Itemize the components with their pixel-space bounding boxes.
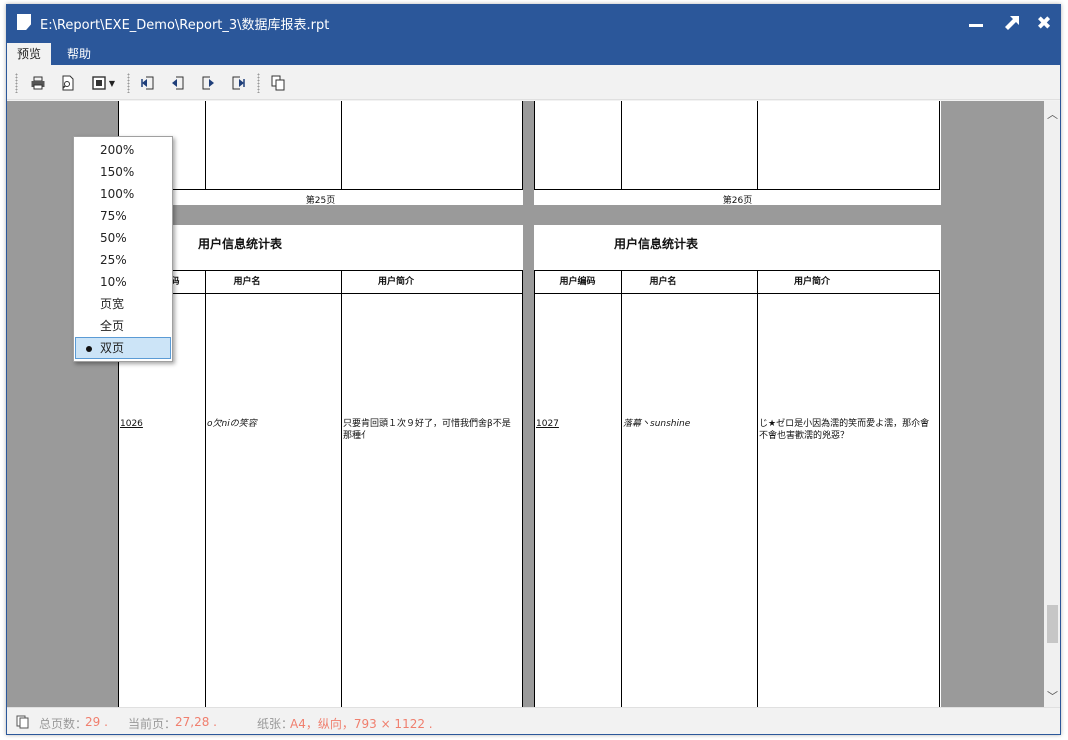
export-button[interactable] [267, 72, 289, 94]
zoom-option-75[interactable]: 75% [75, 205, 171, 227]
report-page: 用户信息统计表 用户编码 用户名 用户简介 1026 o欠niの笑容 只要肯回頭… [118, 225, 523, 707]
zoom-option-200[interactable]: 200% [75, 139, 171, 161]
chevron-up-icon: ︿ [1047, 107, 1058, 121]
zoom-dropdown-menu: 200% 150% 100% 75% 50% 25% 10% 页宽 全页 双页 [73, 136, 173, 362]
current-page-label: 当前页： [128, 717, 177, 731]
user-name-cell: o欠niの笑容 [207, 419, 257, 429]
report-page: 第26页 [534, 101, 941, 206]
zoom-option-page-width[interactable]: 页宽 [75, 293, 171, 315]
zoom-option-50[interactable]: 50% [75, 227, 171, 249]
next-page-icon [202, 76, 214, 90]
minimize-icon [969, 23, 983, 27]
zoom-option-full-page[interactable]: 全页 [75, 315, 171, 337]
user-id-cell: 1026 [120, 419, 143, 429]
user-id-cell: 1027 [536, 419, 559, 429]
toolbar: ▼ [7, 65, 1060, 100]
scroll-down-button[interactable]: ﹀ [1044, 687, 1060, 704]
current-page-value: 27,28 . [175, 715, 217, 729]
column-header: 用户名 [233, 277, 261, 287]
last-page-icon [232, 76, 245, 90]
zoom-page-icon [92, 76, 106, 90]
first-page-button[interactable] [137, 72, 159, 94]
preview-window: E:\Report\EXE_Demo\Report_3\数据库报表.rpt ✖ … [6, 4, 1061, 735]
zoom-option-25[interactable]: 25% [75, 249, 171, 271]
column-header: 用户简介 [377, 277, 414, 287]
report-page: 第25页 [118, 101, 523, 206]
menu-help[interactable]: 帮助 [57, 43, 101, 65]
close-icon: ✖ [1036, 12, 1052, 34]
zoom-option-150[interactable]: 150% [75, 161, 171, 183]
user-intro-cell: 只要肯回頭１次９好了，可惜我們舍β不是那種亻 [343, 419, 511, 441]
page-footer: 第26页 [722, 196, 753, 206]
zoom-option-100[interactable]: 100% [75, 183, 171, 205]
scroll-up-button[interactable]: ︿ [1044, 105, 1060, 122]
window-title: E:\Report\EXE_Demo\Report_3\数据库报表.rpt [40, 18, 330, 33]
next-page-button[interactable] [197, 72, 219, 94]
toolbar-grip[interactable] [15, 73, 18, 93]
first-page-icon [141, 76, 154, 90]
report-file-icon [17, 14, 31, 30]
paper-label: 纸张： [257, 717, 294, 731]
maximize-button[interactable] [995, 9, 1029, 37]
maximize-arrow-icon [1005, 16, 1019, 30]
print-button[interactable] [27, 72, 49, 94]
previous-page-button[interactable] [167, 72, 189, 94]
printer-icon [31, 76, 45, 90]
total-pages-value: 29 . [85, 715, 108, 729]
menu-bar: 预览 帮助 [7, 41, 1060, 65]
selected-bullet-icon [86, 346, 92, 352]
user-name-cell: 落幕丶sunshine [623, 419, 691, 429]
report-title: 用户信息统计表 [614, 237, 699, 251]
page-setup-button[interactable] [57, 72, 79, 94]
report-title: 用户信息统计表 [198, 237, 283, 251]
column-header: 用户编码 [559, 277, 596, 287]
status-bar: 总页数： 29 . 当前页： 27,28 . 纸张： A4，纵向，793 × 1… [7, 707, 1060, 734]
user-intro-cell: じ★ゼロ是小因為濡的笑而愛よ濡，那尒會不會也害歡濡的兇惡？ [759, 419, 930, 441]
menu-preview[interactable]: 预览 [7, 43, 52, 65]
last-page-button[interactable] [227, 72, 249, 94]
zoom-option-10[interactable]: 10% [75, 271, 171, 293]
zoom-option-label: 双页 [100, 341, 125, 355]
scroll-thumb[interactable] [1047, 605, 1058, 643]
total-pages-label: 总页数： [39, 717, 88, 731]
previous-page-icon [172, 76, 184, 90]
column-header: 用户简介 [793, 277, 830, 287]
page-footer: 第25页 [305, 196, 336, 206]
paper-value: A4，纵向，793 × 1122 . [290, 717, 433, 731]
minimize-button[interactable] [959, 9, 993, 37]
copy-pages-icon [271, 75, 285, 91]
page-search-icon [62, 75, 74, 91]
vertical-scrollbar[interactable]: ︿ ﹀ [1044, 101, 1060, 707]
column-header: 用户名 [649, 277, 677, 287]
pages-icon [16, 715, 29, 729]
report-page: 用户信息统计表 用户编码 用户名 用户简介 1027 落幕丶sunshine じ… [534, 225, 941, 707]
toolbar-grip[interactable] [127, 73, 130, 93]
title-bar: E:\Report\EXE_Demo\Report_3\数据库报表.rpt ✖ [7, 5, 1060, 41]
chevron-down-icon: ▼ [108, 78, 116, 88]
chevron-down-icon: ﹀ [1047, 689, 1058, 703]
toolbar-grip[interactable] [257, 73, 260, 93]
zoom-dropdown-button[interactable]: ▼ [87, 72, 119, 94]
close-button[interactable]: ✖ [1027, 9, 1060, 37]
zoom-option-two-pages[interactable]: 双页 [75, 337, 171, 359]
